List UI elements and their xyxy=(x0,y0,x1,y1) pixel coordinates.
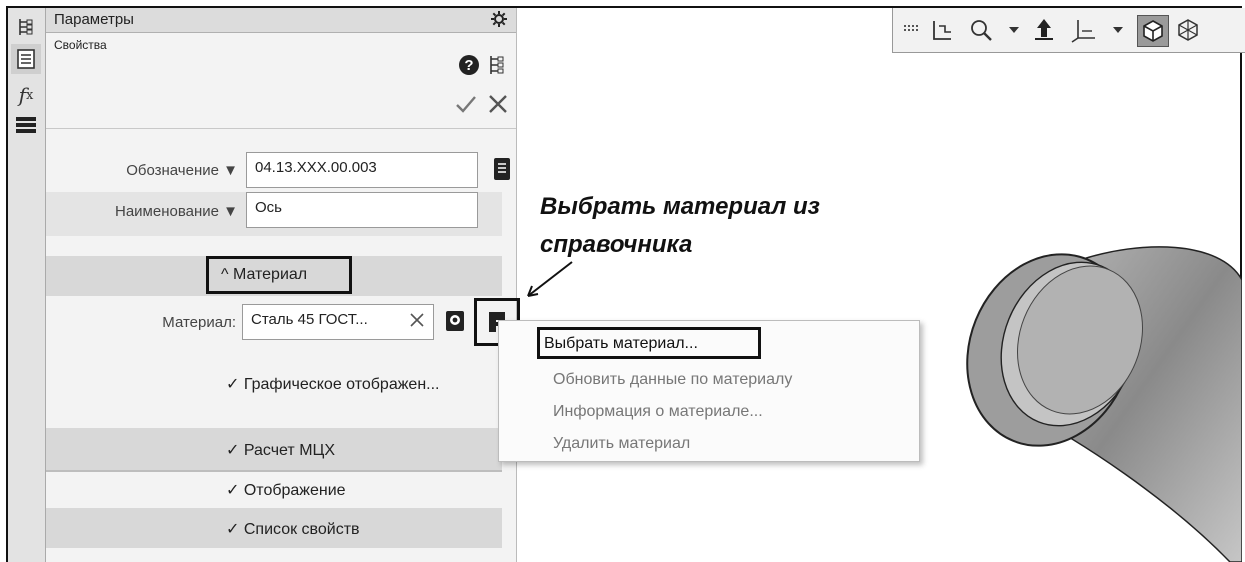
gear-icon[interactable] xyxy=(490,10,508,33)
context-menu: Выбрать материал... Обновить данные по м… xyxy=(498,320,920,462)
panel-header: Параметры xyxy=(46,8,516,33)
menu-item-material-info[interactable]: Информация о материале... xyxy=(553,403,763,421)
clear-icon[interactable] xyxy=(408,311,426,334)
material-section-label: ^ Материал xyxy=(221,266,308,283)
axes-icon[interactable] xyxy=(1069,15,1099,45)
notebook-icon[interactable] xyxy=(492,156,512,187)
properties-icon[interactable] xyxy=(11,44,41,74)
divider xyxy=(46,128,516,129)
orient-icon[interactable] xyxy=(1029,15,1059,45)
shaft-3d-model xyxy=(966,246,1242,562)
designation-field[interactable]: 04.13.XXX.00.003 xyxy=(246,152,478,188)
grid-icon[interactable] xyxy=(897,15,927,45)
menu-item-delete-material[interactable]: Удалить материал xyxy=(553,435,690,453)
tree-icon[interactable] xyxy=(11,12,41,42)
material-library-icon[interactable] xyxy=(444,309,466,338)
name-label[interactable]: Наименование ▼ xyxy=(56,203,238,220)
annotation-text: Выбрать материал из справочника xyxy=(540,193,820,258)
annotation-arrow-icon xyxy=(527,261,573,297)
menu-item-label: Выбрать материал... xyxy=(544,335,698,352)
divider xyxy=(46,470,502,472)
section-display[interactable]: ✓ Отображение xyxy=(226,480,346,500)
material-label: Материал: xyxy=(162,314,236,331)
menu-icon[interactable] xyxy=(11,110,41,140)
svg-text:?: ? xyxy=(464,57,473,74)
section-mch-calc[interactable]: ✓ Расчет МЦХ xyxy=(226,440,335,460)
tree-icon[interactable] xyxy=(488,54,506,81)
dropdown-icon[interactable] xyxy=(999,15,1029,45)
section-property-list[interactable]: ✓ Список свойств xyxy=(226,519,360,539)
sketch-icon[interactable] xyxy=(927,15,957,45)
close-icon[interactable] xyxy=(486,92,510,121)
check-icon[interactable] xyxy=(454,92,478,121)
view-toolbar xyxy=(892,8,1245,53)
dropdown-icon[interactable] xyxy=(1103,15,1133,45)
menu-item-select-material[interactable]: Выбрать материал... xyxy=(537,327,761,359)
left-toolbar: fx xyxy=(8,8,46,562)
material-section-toggle[interactable]: ^ Материал xyxy=(206,256,352,294)
help-icon[interactable]: ? xyxy=(458,54,480,81)
section-graphic-display[interactable]: ✓ Графическое отображен... xyxy=(226,374,440,394)
wireframe-icon[interactable] xyxy=(1173,15,1203,45)
parameters-panel: Параметры Свойства ? Обозначение ▼ 04.13… xyxy=(46,8,520,562)
shaded-view-icon[interactable] xyxy=(1137,15,1169,47)
designation-label[interactable]: Обозначение ▼ xyxy=(56,162,238,179)
properties-subtitle: Свойства xyxy=(54,38,107,52)
menu-item-update-material[interactable]: Обновить данные по материалу xyxy=(553,371,792,389)
material-field[interactable]: Сталь 45 ГОСТ... xyxy=(242,304,434,340)
name-field[interactable]: Ось xyxy=(246,192,478,228)
fx-icon[interactable]: fx xyxy=(11,80,41,110)
material-value: Сталь 45 ГОСТ... xyxy=(251,311,368,328)
panel-title: Параметры xyxy=(54,11,134,28)
zoom-icon[interactable] xyxy=(967,15,997,45)
